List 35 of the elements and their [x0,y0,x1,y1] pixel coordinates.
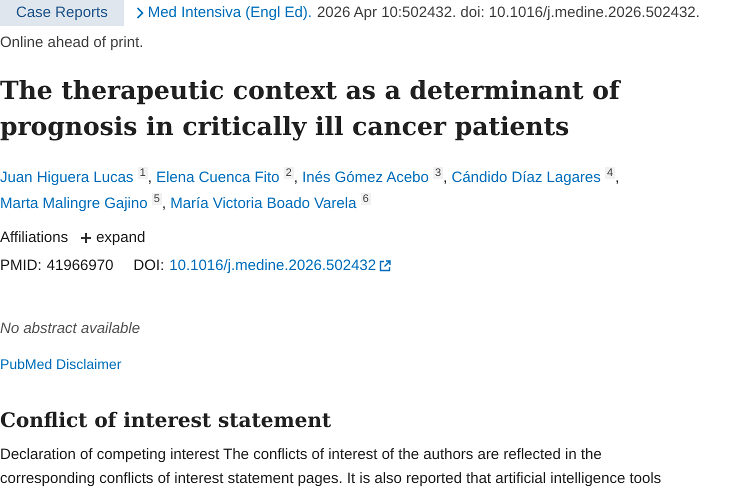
affiliations-label: Affiliations [0,228,68,248]
doi-link[interactable]: 10.1016/j.medine.2026.502432 [169,255,392,278]
affiliation-number[interactable]: 4 [604,167,616,179]
external-link-icon [379,260,392,272]
expand-toggle[interactable]: expand [80,226,146,249]
section-heading: Conflict of interest statement [0,407,332,434]
pmid-label: PMID: [0,256,42,276]
comma: , [162,194,166,212]
journal-link[interactable]: Med Intensiva (Engl Ed). [136,2,312,24]
comma: , [148,168,152,186]
plus-icon [80,232,92,244]
article-title: The therapeutic context as a determinant of prognosis in critically ill cancer patients [0,74,622,142]
author-link[interactable]: Inés Gómez Acebo [302,168,429,186]
author-link[interactable]: Marta Malingre Gajino [0,194,148,212]
affiliation-number[interactable]: 1 [138,167,148,179]
disclaimer-link[interactable]: PubMed Disclaimer [0,354,122,375]
author-link[interactable]: Elena Cuenca Fito [156,168,280,186]
publication-type-tag: Case Reports [0,0,124,26]
abstract-note: No abstract available [0,318,142,338]
affiliation-number[interactable]: 5 [152,193,162,205]
comma: , [443,168,448,186]
pmid-value: 41966970 [46,256,114,276]
comma: , [294,168,298,186]
doi-label: DOI: [133,256,164,276]
publication-status: Online ahead of print. [0,33,144,53]
citation-details: 2026 Apr 10:502432. doi: 10.1016/j.medine.2026.502432. [316,2,700,23]
comma: , [615,168,620,186]
author-link[interactable]: Cándido Díaz Lagares [452,168,601,186]
section-text: Declaration of competing interest The conflicts of interest of the authors are reflected in the corresponding conflicts of interest statement pages. It is also reported that artificial intelligence tools [0,445,662,489]
author-link[interactable]: María Victoria Boado Varela [170,194,356,212]
affiliation-number[interactable]: 3 [433,167,444,179]
chevron-right-icon [136,7,144,19]
affiliation-number[interactable]: 2 [284,167,294,179]
affiliation-number[interactable]: 6 [360,193,371,205]
author-link[interactable]: Juan Higuera Lucas [0,168,134,186]
